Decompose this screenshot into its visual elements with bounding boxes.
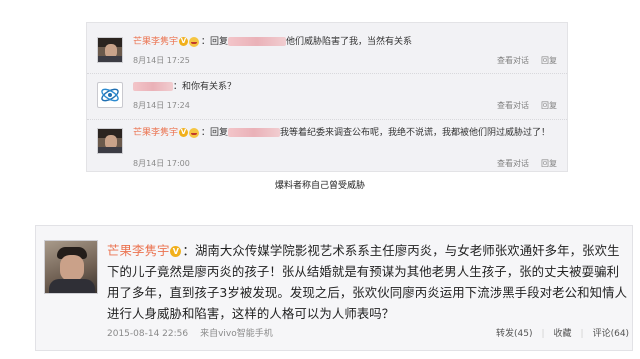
user-avatar[interactable]	[97, 128, 123, 154]
smiley-icon	[189, 127, 200, 138]
comment-text: ：和你有关系？	[173, 82, 237, 92]
comment-text: 他们威胁陷害了我，当然有关系	[286, 37, 413, 47]
verified-v-icon: V	[170, 246, 182, 257]
comment-time: 8月14日 17:25	[133, 56, 190, 65]
smiley-icon	[189, 36, 200, 47]
view-conversation-link[interactable]: 查看对话	[497, 56, 529, 65]
reply-link[interactable]: 回复	[541, 159, 557, 168]
post-content: 芒果李隽宇 V ：湖南大众传媒学院影视艺术系系主任廖丙炎，与女老师张欢通奸多年，张欢…	[107, 240, 629, 324]
post-body-text: ：湖南大众传媒学院影视艺术系系主任廖丙炎，与女老师张欢通奸多年，张欢生下的儿子竟…	[107, 243, 628, 321]
user-avatar[interactable]	[44, 240, 98, 294]
reply-prefix: ：回复	[201, 37, 229, 47]
repost-button[interactable]: 转发(45)	[496, 329, 532, 339]
reply-prefix: ：回复	[201, 128, 229, 138]
comment-text: 我等着纪委来调查公布呢，我绝不说谎，我都被他们阴过威胁过了！	[280, 128, 551, 138]
comment-body: 芒果李隽宇 V ：回复 他们威胁陷害了我，当然有关系	[133, 35, 559, 49]
verified-v-icon: V	[179, 128, 189, 137]
comment-item: ：和你有关系？ 8月14日 17:24 查看对话 回复	[87, 73, 567, 119]
action-separator: |	[541, 329, 545, 339]
favorite-button[interactable]: 收藏	[554, 329, 572, 339]
view-conversation-link[interactable]: 查看对话	[497, 159, 529, 168]
comment-username[interactable]: 芒果李隽宇	[133, 128, 178, 138]
comment-list-panel: 芒果李隽宇 V ：回复 他们威胁陷害了我，当然有关系 8月14日 17:25 查看对话…	[86, 22, 568, 172]
redacted-username	[228, 37, 287, 46]
comment-actions: 查看对话 回复	[485, 55, 557, 66]
post-source[interactable]: 来自vivo智能手机	[200, 329, 273, 339]
post-action-bar: 转发(45) | 收藏 | 评论(64)	[496, 326, 630, 339]
post-timestamp[interactable]: 2015-08-14 22:56	[107, 329, 188, 339]
comment-button[interactable]: 评论(64)	[593, 329, 629, 339]
comment-username[interactable]: 芒果李隽宇	[133, 37, 178, 47]
china-mobile-logo-icon[interactable]	[97, 82, 123, 108]
user-avatar[interactable]	[97, 37, 123, 63]
comment-actions: 查看对话 回复	[485, 100, 557, 111]
reply-link[interactable]: 回复	[541, 101, 557, 110]
comment-item: 芒果李隽宇 V ：回复 他们威胁陷害了我，当然有关系 8月14日 17:25 查看对话…	[87, 29, 567, 73]
comment-actions: 查看对话 回复	[485, 158, 557, 169]
comment-body: ：和你有关系？	[133, 80, 559, 94]
comment-body: 芒果李隽宇 V ：回复 我等着纪委来调查公布呢，我绝不说谎，我都被他们阴过威胁过了！	[133, 126, 559, 140]
verified-v-icon: V	[179, 37, 189, 46]
post-meta: 2015-08-14 22:56 来自vivo智能手机	[107, 326, 285, 339]
weibo-post-card: 芒果李隽宇 V ：湖南大众传媒学院影视艺术系系主任廖丙炎，与女老师张欢通奸多年，张欢…	[35, 225, 633, 351]
comment-time: 8月14日 17:24	[133, 101, 190, 110]
redacted-username	[228, 128, 281, 137]
reply-link[interactable]: 回复	[541, 56, 557, 65]
view-conversation-link[interactable]: 查看对话	[497, 101, 529, 110]
comment-time: 8月14日 17:00	[133, 159, 190, 168]
comment-item: 芒果李隽宇 V ：回复 我等着纪委来调查公布呢，我绝不说谎，我都被他们阴过威胁过了！ …	[87, 119, 567, 173]
redacted-username[interactable]	[133, 82, 173, 91]
action-separator: |	[580, 329, 584, 339]
post-username[interactable]: 芒果李隽宇	[107, 243, 169, 258]
image-caption: 爆料者称自己曾受威胁	[274, 181, 365, 191]
